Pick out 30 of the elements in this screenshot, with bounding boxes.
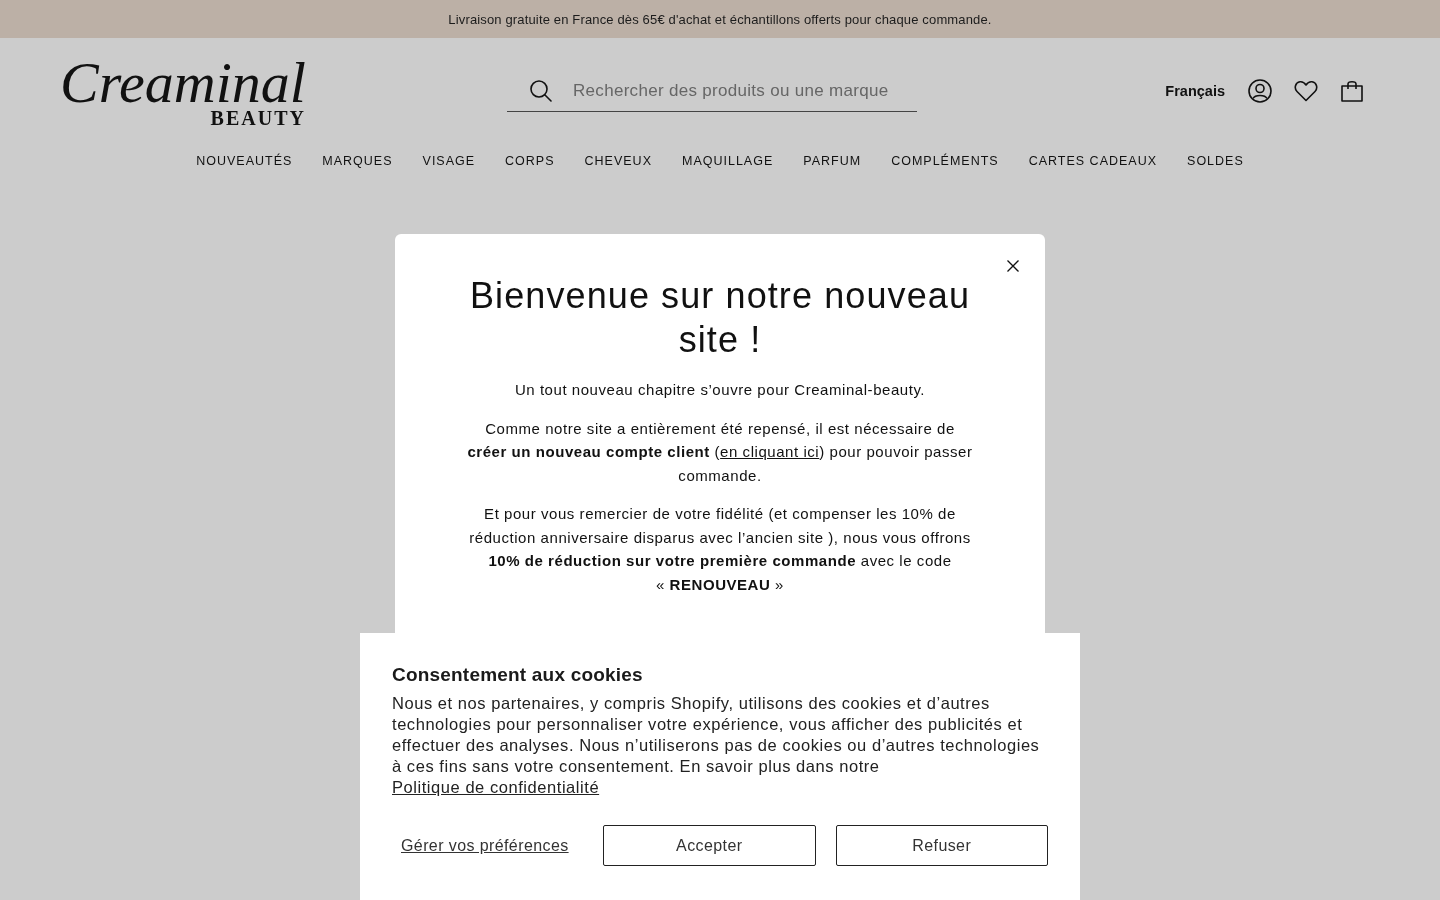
nav-link[interactable]: PARFUM <box>803 152 862 170</box>
consent-button[interactable]: Refuser <box>835 825 1048 866</box>
cookie-text: Nous et nos partenaires, y compris Shopify, utilisons des cookies et d’autres technologies pour personnaliser votre expérience, vous afficher des publicités et effectuer des analyses. Nous n’utiliserons pas de cookies ou d’autres technologies à ces fins sans votre consentement. En savoir plus dans notre Politique de confidentialité <box>392 693 1041 798</box>
language-link[interactable]: Français <box>1165 83 1225 99</box>
nav-link[interactable]: CARTES CADEAUX <box>1028 152 1158 170</box>
close-icon <box>1007 260 1019 272</box>
nav-link[interactable]: COMPLÉMENTS <box>891 152 999 170</box>
nav-link[interactable]: MAQUILLAGE <box>682 152 774 170</box>
nav-link[interactable]: NOUVEAUTÉS <box>196 152 293 170</box>
create-account-link[interactable]: en cliquant ici <box>720 443 820 460</box>
cookie-title: Consentement aux cookies <box>392 663 644 687</box>
announcement-text: Livraison gratuite en France dès 65€ d'achat et échantillons offerts pour chaque commande. <box>448 11 992 27</box>
nav-link[interactable]: CORPS <box>505 152 555 170</box>
heart-icon[interactable] <box>1294 80 1318 102</box>
nav-link[interactable]: VISAGE <box>422 152 476 170</box>
dialog-paragraph: Un tout nouveau chapitre s’ouvre pour Creaminal-beauty. <box>513 380 927 400</box>
dialog-title: Bienvenue sur notre nouveau site ! <box>468 274 971 362</box>
preferences-link[interactable]: Gérer vos préférences <box>392 825 583 866</box>
dialog-paragraph: Comme notre site a entièrement été repensé, il est nécessaire de créer un nouveau compte client (en cliquant ici) pour pouvoir passer commande. <box>466 418 974 486</box>
user-icon[interactable] <box>1248 79 1272 103</box>
search-field[interactable]: Rechercher des produits ou une marque <box>573 70 917 111</box>
dialog-paragraph: Et pour vous remercier de votre fidélité (et compenser les 10% de réduction anniversaire disparus avec l’ancien site ), nous vous offrons 10% de réduction sur votre première commande avec le code « RENOUVEAU » <box>468 504 972 595</box>
nav-link[interactable]: SOLDES <box>1187 152 1244 170</box>
shopping-bag-icon[interactable] <box>1340 79 1364 103</box>
logo[interactable]: Creaminal BEAUTY <box>60 54 314 128</box>
nav-link[interactable]: CHEVEUX <box>584 152 652 170</box>
nav-link[interactable]: MARQUES <box>322 152 393 170</box>
consent-button[interactable]: Accepter <box>603 825 816 866</box>
privacy-policy-link[interactable]: Politique de confidentialité <box>392 778 600 796</box>
search-icon[interactable] <box>530 79 552 102</box>
